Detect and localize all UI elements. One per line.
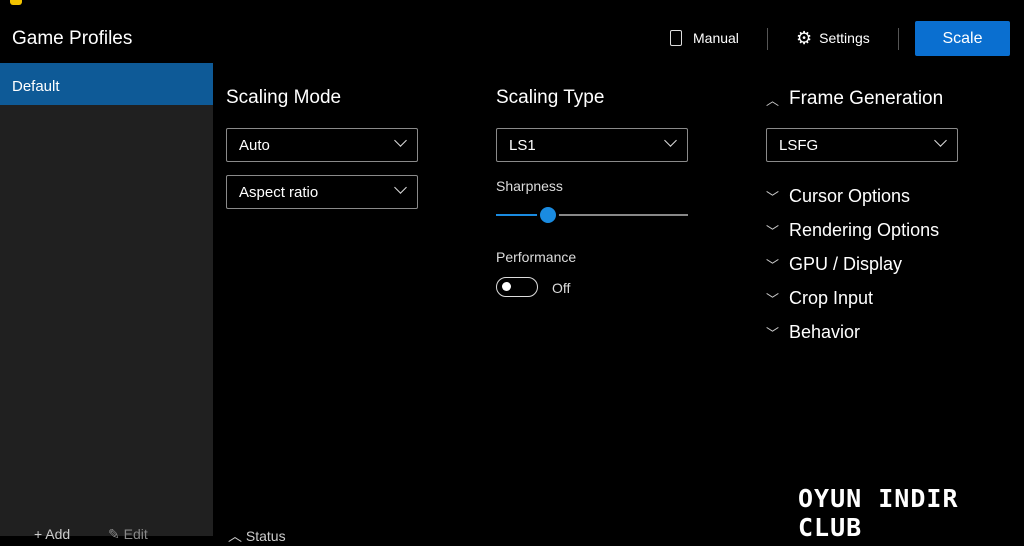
status-toggle[interactable]: ︿ Status	[228, 526, 286, 546]
performance-toggle[interactable]	[496, 277, 538, 297]
section-label: GPU / Display	[789, 254, 903, 274]
sharpness-slider[interactable]	[496, 204, 688, 226]
chevron-down-icon: ﹀	[766, 326, 780, 341]
divider	[767, 28, 768, 50]
scaling-mode-dropdown[interactable]: Auto	[226, 128, 418, 162]
frame-generation-header[interactable]: ︿ Frame Generation	[766, 88, 943, 110]
sharpness-label: Sharpness	[496, 178, 563, 194]
manual-button[interactable]: Manual	[670, 20, 739, 56]
section-crop-input[interactable]: ﹀ Crop Input	[766, 288, 873, 309]
chevron-down-icon: ﹀	[766, 190, 780, 205]
section-behavior[interactable]: ﹀ Behavior	[766, 322, 860, 343]
add-label: Add	[45, 526, 71, 542]
settings-button[interactable]: ⚙ Settings	[796, 20, 870, 56]
game-profiles-title: Game Profiles	[12, 28, 133, 49]
section-label: Cursor Options	[789, 186, 911, 206]
gear-icon: ⚙	[796, 27, 813, 48]
section-rendering-options[interactable]: ﹀ Rendering Options	[766, 220, 939, 241]
toggle-knob	[502, 282, 511, 291]
watermark: OYUN INDIR CLUB	[798, 484, 959, 542]
scaling-type-title: Scaling Type	[496, 87, 605, 108]
frame-generation-dropdown[interactable]: LSFG	[766, 128, 958, 162]
pencil-icon: ✎	[108, 526, 124, 542]
sidebar	[0, 63, 213, 536]
chevron-down-icon	[394, 181, 407, 194]
add-profile-button[interactable]: + Add	[34, 526, 70, 542]
chevron-up-icon: ︿	[766, 92, 780, 108]
performance-state: Off	[552, 280, 571, 296]
frame-generation-title: Frame Generation	[789, 88, 944, 109]
section-cursor-options[interactable]: ﹀ Cursor Options	[766, 186, 910, 207]
divider	[898, 28, 899, 50]
scaling-type-dropdown[interactable]: LS1	[496, 128, 688, 162]
section-label: Crop Input	[789, 288, 874, 308]
profile-item-default[interactable]: Default	[0, 63, 213, 105]
section-gpu-display[interactable]: ﹀ GPU / Display	[766, 254, 902, 275]
edit-label: Edit	[123, 526, 148, 542]
plus-icon: +	[34, 526, 46, 542]
section-label: Behavior	[789, 322, 861, 342]
chevron-down-icon: ﹀	[766, 224, 780, 239]
frame-generation-value: LSFG	[779, 137, 819, 154]
aspect-ratio-value: Aspect ratio	[239, 184, 319, 201]
chevron-down-icon: ﹀	[766, 258, 780, 273]
edit-profile-button[interactable]: ✎ Edit	[108, 526, 148, 543]
status-label: Status	[245, 528, 286, 544]
chevron-down-icon	[664, 134, 677, 147]
scaling-mode-value: Auto	[239, 137, 270, 154]
slider-thumb[interactable]	[536, 204, 559, 226]
chevron-down-icon: ﹀	[766, 292, 780, 307]
performance-label: Performance	[496, 249, 577, 265]
section-label: Rendering Options	[789, 220, 940, 240]
scaling-type-value: LS1	[509, 137, 536, 154]
settings-label: Settings	[819, 30, 870, 46]
chevron-up-icon: ︿	[228, 528, 246, 544]
book-icon	[670, 30, 682, 46]
scaling-mode-title: Scaling Mode	[226, 87, 342, 108]
chevron-down-icon	[934, 134, 947, 147]
scale-button[interactable]: Scale	[915, 21, 1010, 56]
chevron-down-icon	[394, 134, 407, 147]
aspect-ratio-dropdown[interactable]: Aspect ratio	[226, 175, 418, 209]
manual-label: Manual	[693, 30, 739, 46]
app-logo-icon	[10, 0, 22, 5]
